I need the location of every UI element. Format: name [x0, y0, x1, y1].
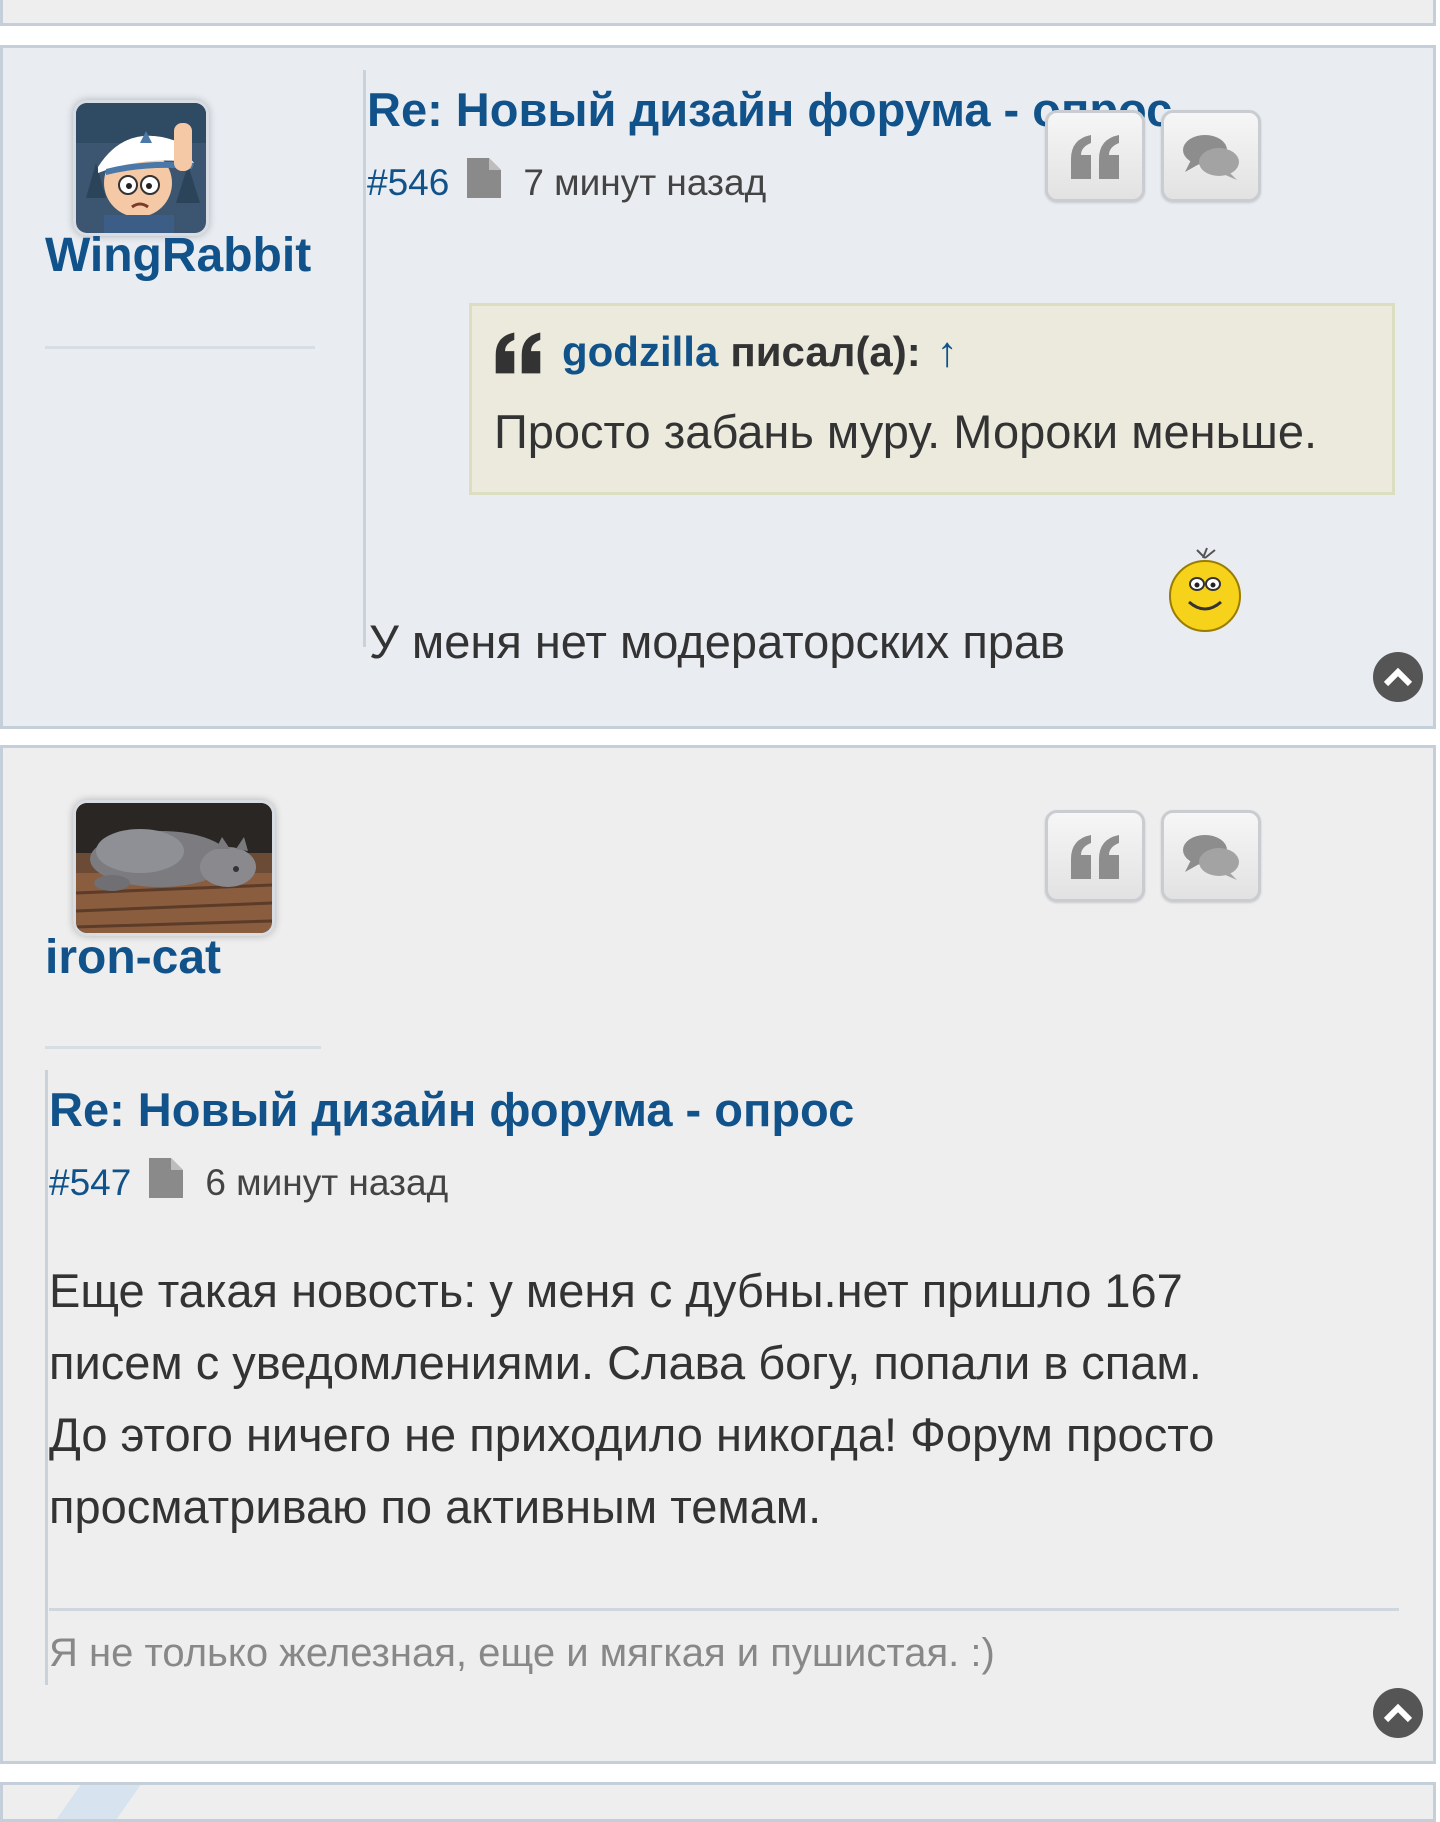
post-title[interactable]: Re: Новый дизайн форума - опрос	[49, 1082, 854, 1137]
quote-button[interactable]	[1045, 110, 1145, 202]
quote-button[interactable]	[1045, 810, 1145, 902]
post-body: У меня нет модераторских прав	[369, 614, 1065, 670]
next-post-stub	[0, 1782, 1436, 1822]
profile-separator	[45, 346, 315, 349]
post-body-text: У меня нет модераторских прав	[369, 615, 1066, 668]
post-divider	[45, 1070, 48, 1685]
file-icon[interactable]	[467, 158, 502, 207]
reply-button[interactable]	[1161, 110, 1261, 202]
quote-icon	[1071, 835, 1119, 879]
comments-icon	[1183, 135, 1239, 180]
quote-text: Просто забань муру. Мороки меньше.	[494, 405, 1318, 458]
quote-author-link[interactable]: godzilla	[562, 328, 718, 376]
quote-source-link[interactable]: ↑	[937, 328, 958, 376]
quote-wrote-label: писал(а):	[730, 328, 921, 375]
quote-mark-icon	[495, 332, 541, 374]
post-546: WingRabbit Re: Новый дизайн форума - опр…	[0, 45, 1436, 729]
comments-icon	[1183, 835, 1239, 880]
username[interactable]: WingRabbit	[45, 228, 311, 283]
post-meta: #546 7 минут назад	[367, 158, 766, 207]
post-547: iron-cat Re: Новый дизайн форума - опрос…	[0, 745, 1436, 1764]
post-number-link[interactable]: #546	[367, 162, 449, 204]
post-number-link[interactable]: #547	[49, 1162, 131, 1204]
signature: Я не только железная, еще и мягкая и пуш…	[49, 1631, 995, 1675]
profile-separator	[45, 1046, 321, 1049]
quote-box: godzilla писал(а): ↑ Просто забань муру.…	[469, 303, 1395, 495]
post-body-line: просматриваю по активным темам.	[49, 1480, 822, 1533]
post-body-line: До этого ничего не приходило никогда! Фо…	[49, 1408, 1215, 1461]
username[interactable]: iron-cat	[45, 930, 221, 985]
back-to-top-button[interactable]	[1373, 652, 1423, 702]
chevron-up-icon	[1383, 667, 1413, 687]
avatar-image	[76, 103, 206, 233]
quote-header: godzilla писал(а): ↑	[492, 328, 958, 376]
avatar[interactable]	[73, 800, 275, 936]
decorative-stripe	[38, 1785, 148, 1819]
chevron-up-icon	[1383, 1703, 1413, 1723]
file-icon[interactable]	[149, 1158, 184, 1207]
reply-button[interactable]	[1161, 810, 1261, 902]
back-to-top-button[interactable]	[1373, 1688, 1423, 1738]
smiley-icon	[1167, 546, 1243, 639]
post-body-line: писем с уведомлениями. Слава богу, попал…	[49, 1336, 1202, 1389]
avatar[interactable]	[73, 100, 209, 236]
post-divider	[363, 70, 366, 647]
avatar-image	[76, 803, 272, 933]
signature-separator	[49, 1608, 1399, 1611]
previous-post-stub	[0, 0, 1436, 26]
quote-icon	[1071, 135, 1119, 179]
post-body: Еще такая новость: у меня с дубны.нет пр…	[49, 1255, 1389, 1543]
post-meta: #547 6 минут назад	[49, 1158, 448, 1207]
post-time: 6 минут назад	[205, 1161, 449, 1203]
post-body-line: Еще такая новость: у меня с дубны.нет пр…	[49, 1264, 1183, 1317]
post-time: 7 минут назад	[523, 161, 767, 203]
